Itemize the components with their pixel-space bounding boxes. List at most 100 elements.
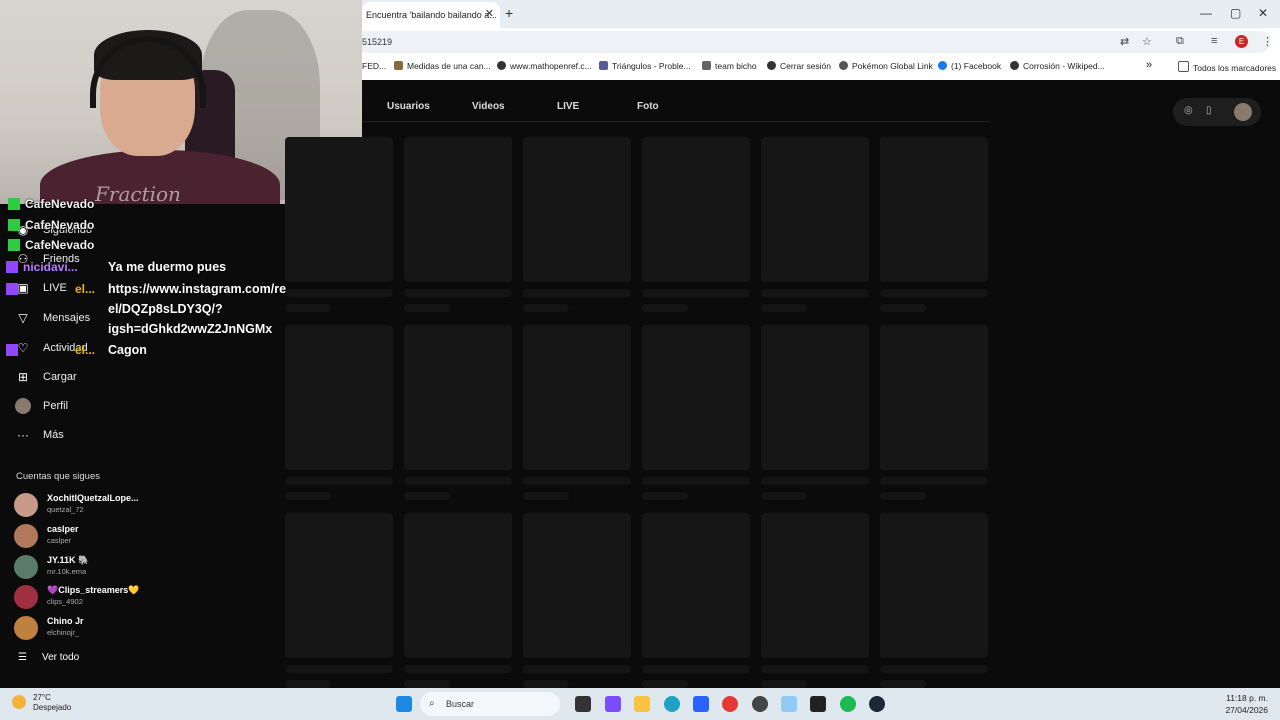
maximize-icon[interactable]: ▢ [1230, 6, 1241, 20]
skeleton-line [761, 665, 869, 673]
skeleton-card [404, 137, 512, 282]
skeleton-line [642, 477, 750, 485]
user-avatar[interactable] [1234, 103, 1252, 121]
bookmark-item[interactable]: www.mathopenref.c... [497, 61, 592, 71]
chat-message: https://www.instagram.com/re [108, 282, 287, 296]
bookmark-item[interactable]: team bicho [702, 61, 757, 71]
chat-message: el/DQZp8sLDY3Q/? [108, 302, 223, 316]
bookmark-item[interactable]: (1) Facebook [938, 61, 1001, 71]
capcut-icon[interactable] [810, 696, 826, 712]
list-icon: ☰ [18, 652, 27, 663]
more-icon: ··· [17, 428, 29, 442]
twitch-badge-icon [6, 283, 18, 295]
browser-menu-icon[interactable]: ⋮ [1262, 35, 1273, 48]
skeleton-line [285, 492, 331, 500]
skeleton-card [285, 137, 393, 282]
edge-icon[interactable] [664, 696, 680, 712]
skeleton-line [642, 665, 750, 673]
widgets-icon[interactable] [605, 696, 621, 712]
tab-photo[interactable]: Foto [637, 101, 659, 112]
tab-close-icon[interactable]: ✕ [485, 7, 494, 20]
browser-profile-avatar[interactable]: E [1235, 35, 1248, 48]
skeleton-card [761, 325, 869, 470]
chat-line: CafeNevado [8, 218, 94, 232]
new-tab-button[interactable]: + [505, 5, 513, 21]
defender-icon[interactable] [781, 696, 797, 712]
nav-upload[interactable]: ⊞ Cargar [14, 370, 77, 384]
bookmark-item[interactable]: Cerrar sesión [767, 61, 831, 71]
browser-tab-active[interactable]: Encuentra 'bailando bailando a... ✕ [362, 2, 500, 28]
bookmark-item[interactable]: Medidas de una can... [394, 61, 491, 71]
skeleton-line [285, 289, 393, 297]
avatar [14, 524, 38, 548]
chat-line: nicidavi... [6, 260, 78, 274]
moon-weather-icon [12, 695, 26, 709]
skeleton-line [404, 304, 450, 312]
avatar [14, 585, 38, 609]
skeleton-line [285, 304, 331, 312]
all-bookmarks-folder[interactable]: Todos los marcadores [1178, 61, 1276, 73]
skeleton-line [761, 289, 869, 297]
coin-icon[interactable]: ◎ [1184, 105, 1193, 116]
tab-live[interactable]: LIVE [557, 101, 579, 112]
minimize-icon[interactable]: — [1200, 6, 1212, 20]
skeleton-line [404, 680, 450, 688]
skeleton-line [761, 680, 807, 688]
device-icon[interactable]: ▯ [1206, 105, 1212, 116]
address-bar[interactable]: 515219 [340, 31, 1270, 53]
bookmarks-bar: FED... Medidas de una can... www.mathope… [362, 58, 1280, 76]
obs-icon[interactable] [752, 696, 768, 712]
skeleton-line [404, 477, 512, 485]
window-close-icon[interactable]: ✕ [1258, 6, 1268, 20]
windows-start-icon[interactable] [396, 696, 412, 712]
skeleton-card [642, 137, 750, 282]
reading-list-icon[interactable]: ≡ [1211, 35, 1217, 47]
skeleton-line [523, 304, 569, 312]
tab-videos[interactable]: Videos [472, 101, 505, 112]
skeleton-line [642, 680, 688, 688]
skeleton-card [523, 325, 631, 470]
avatar [14, 616, 38, 640]
skeleton-card [404, 513, 512, 658]
skeleton-line [285, 477, 393, 485]
bookmark-item[interactable]: FED... [362, 61, 386, 71]
platform-badge-icon [8, 239, 20, 251]
nav-more[interactable]: ··· Más [14, 428, 64, 442]
task-view-icon[interactable] [575, 696, 591, 712]
skeleton-card [404, 325, 512, 470]
translate-icon[interactable]: ⇄ [1120, 35, 1129, 48]
avatar [14, 493, 38, 517]
bookmark-item[interactable]: Triángulos - Proble... [599, 61, 691, 71]
skeleton-line [523, 680, 569, 688]
bookmark-star-icon[interactable]: ☆ [1142, 35, 1152, 48]
bookmark-item[interactable]: Pokémon Global Link [839, 61, 933, 71]
system-clock[interactable]: 11:18 p. m. 27/04/2026 [1225, 692, 1268, 716]
file-explorer-icon[interactable] [634, 696, 650, 712]
bookmark-item[interactable]: Corrosión - Wikiped... [1010, 61, 1105, 71]
chat-line: el... [6, 343, 95, 357]
more-bookmarks-icon[interactable]: » [1146, 59, 1152, 71]
messages-icon: ▽ [18, 311, 28, 325]
skeleton-card [523, 513, 631, 658]
twitch-badge-icon [6, 344, 18, 356]
store-icon[interactable] [693, 696, 709, 712]
skeleton-line [880, 492, 926, 500]
extensions-icon[interactable]: ⧉ [1176, 35, 1184, 48]
chrome-icon[interactable] [722, 696, 738, 712]
chat-message: Cagon [108, 343, 147, 357]
steam-icon[interactable] [869, 696, 885, 712]
skeleton-line [523, 665, 631, 673]
following-accounts-heading: Cuentas que sigues [16, 471, 100, 482]
chat-message: Ya me duermo pues [108, 260, 227, 274]
taskbar-search[interactable]: ⌕ Buscar [420, 692, 560, 716]
see-all-button[interactable]: ☰ Ver todo [18, 652, 94, 663]
spotify-icon[interactable] [840, 696, 856, 712]
skeleton-card [285, 513, 393, 658]
skeleton-line [523, 289, 631, 297]
tab-users[interactable]: Usuarios [387, 101, 430, 112]
profile-icon [14, 398, 32, 414]
skeleton-line [880, 665, 988, 673]
nav-profile[interactable]: Perfil [14, 398, 68, 414]
nav-messages[interactable]: ▽ Mensajes [14, 311, 90, 325]
search-result-tabs: Usuarios Videos LIVE Foto [362, 96, 990, 122]
